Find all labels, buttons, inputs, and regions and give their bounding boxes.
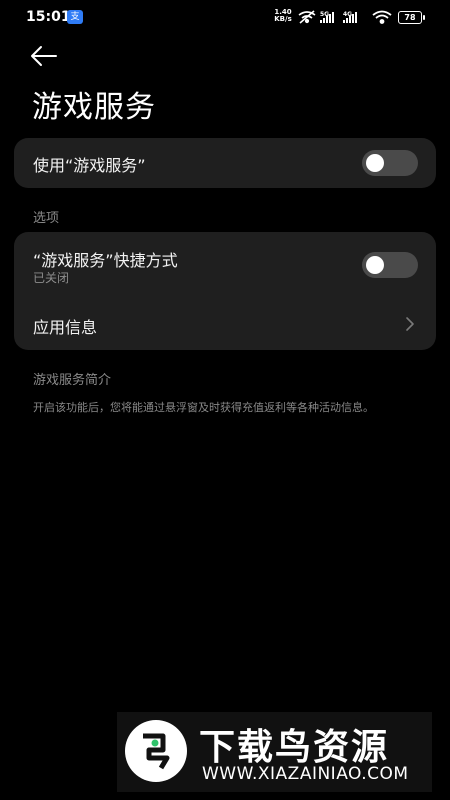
toggle-knob — [366, 154, 384, 172]
app-info-row[interactable]: 应用信息 — [14, 298, 436, 350]
chevron-right-icon — [406, 317, 414, 331]
app-info-label: 应用信息 — [33, 318, 98, 337]
network-speed: 1.40 KB/s — [272, 9, 294, 23]
enable-game-service-label: 使用“游戏服务” — [33, 156, 146, 175]
signal-5g-icon: 5G — [320, 11, 334, 23]
watermark-banner: 下载鸟资源 WWW.XIAZAINIAO.COM — [117, 712, 432, 792]
page-title: 游戏服务 — [32, 90, 156, 125]
shortcut-label: “游戏服务”快捷方式 — [33, 251, 178, 270]
wifi-icon — [372, 10, 392, 24]
alipay-notification-icon: 支 — [67, 10, 83, 24]
watermark-url: WWW.XIAZAINIAO.COM — [202, 764, 409, 784]
arrow-left-icon — [31, 46, 57, 66]
signal-4g-icon: 4G — [343, 11, 357, 23]
options-card: “游戏服务”快捷方式 已关闭 应用信息 — [14, 232, 436, 350]
intro-text: 开启该功能后，您将能通过悬浮窗及时获得充值返利等各种活动信息。 — [33, 401, 374, 414]
shortcut-status: 已关闭 — [33, 271, 70, 285]
bird-logo-glyph — [143, 733, 170, 770]
battery-icon: 78 — [398, 11, 425, 24]
shortcut-row[interactable]: “游戏服务”快捷方式 已关闭 — [14, 232, 436, 298]
status-bar: 15:01 支 1.40 KB/s 5G 4G 78 — [0, 0, 450, 34]
status-time: 15:01 — [26, 9, 71, 25]
intro-heading: 游戏服务简介 — [33, 373, 112, 388]
bird-logo-icon — [125, 720, 187, 782]
status-icons: 5G 4G — [298, 10, 392, 24]
wifi-off-icon — [298, 10, 316, 24]
enable-game-service-toggle[interactable] — [362, 150, 418, 176]
network-speed-unit: KB/s — [274, 15, 292, 23]
toggle-knob — [366, 256, 384, 274]
enable-game-service-row[interactable]: 使用“游戏服务” — [14, 138, 436, 188]
watermark-title: 下载鸟资源 — [199, 727, 390, 768]
options-section-label: 选项 — [33, 211, 60, 226]
shortcut-toggle[interactable] — [362, 252, 418, 278]
back-button[interactable] — [28, 42, 64, 70]
